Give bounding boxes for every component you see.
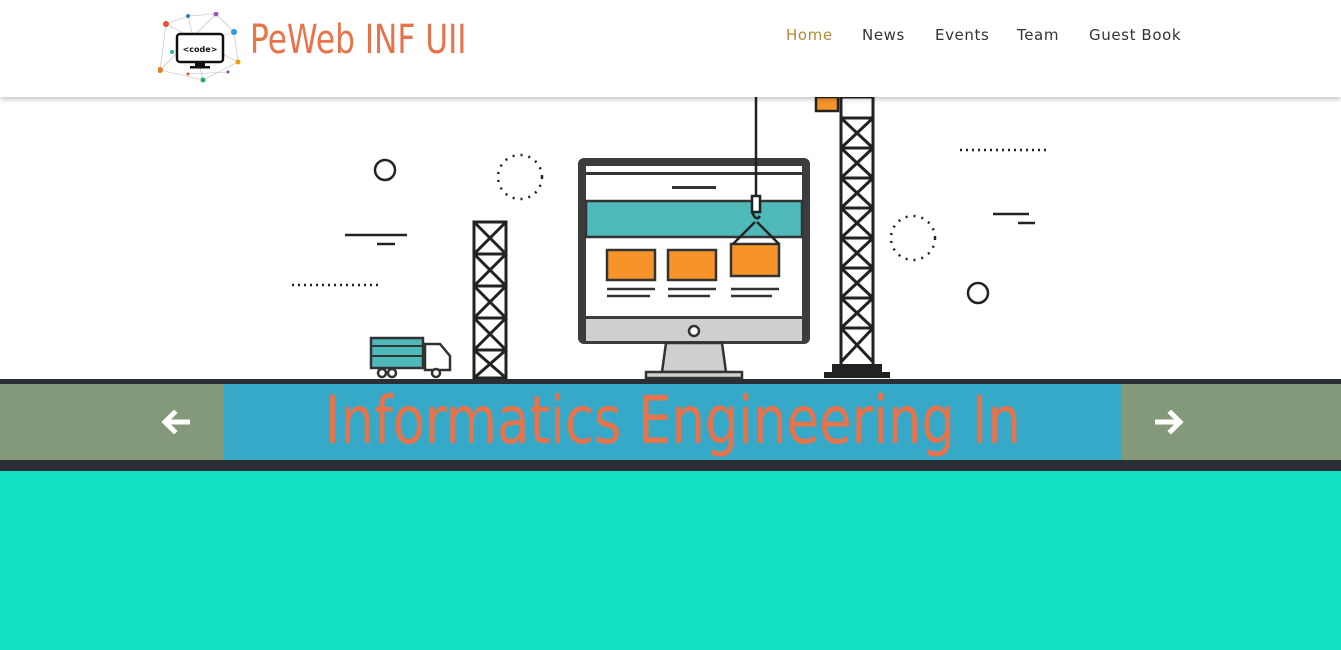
nav-home[interactable]: Home	[786, 26, 833, 44]
arrow-right-icon	[1155, 410, 1184, 434]
nav-news[interactable]: News	[862, 26, 905, 44]
nav-events[interactable]: Events	[935, 26, 989, 44]
construction-illustration	[292, 97, 1050, 379]
slider-caption-band: Informatics Engineering In	[0, 379, 1341, 471]
navbar: <code> PeWeb INF UII Home News Events Te…	[0, 0, 1341, 97]
nav-team[interactable]: Team	[1017, 26, 1059, 44]
slide-caption: Informatics Engineering In	[224, 383, 1122, 459]
slide-caption-text: Informatics Engineering In	[325, 383, 1021, 459]
carousel-prev-button[interactable]	[0, 384, 224, 460]
carousel-next-button[interactable]	[1122, 384, 1341, 460]
hero-slide	[0, 97, 1341, 379]
nav-guest-book[interactable]: Guest Book	[1089, 26, 1181, 44]
main-nav: Home News Events Team Guest Book	[0, 26, 1341, 50]
arrow-left-icon	[161, 410, 190, 434]
